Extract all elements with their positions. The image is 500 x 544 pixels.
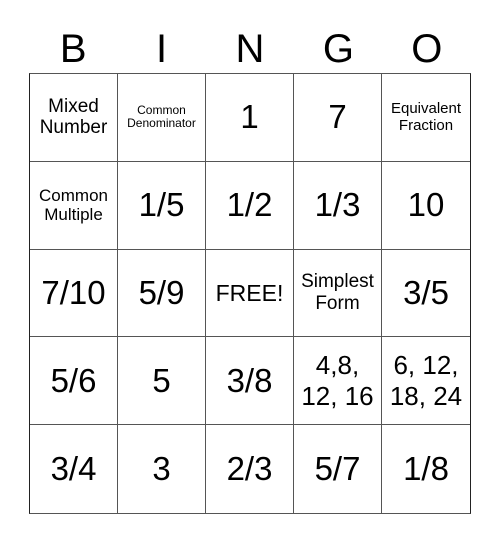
bingo-cell-r0-c2[interactable]: 1 — [206, 74, 294, 162]
bingo-cell-r3-c1[interactable]: 5 — [118, 337, 206, 426]
header-letter-g: G — [322, 27, 354, 71]
bingo-cell-r2-c4[interactable]: 3/5 — [382, 250, 470, 338]
cell-text: 3 — [152, 450, 171, 488]
cell-text: 1/2 — [226, 186, 273, 224]
bingo-cell-r0-c3[interactable]: 7 — [294, 74, 382, 162]
cell-text: 10 — [407, 186, 445, 224]
cell-text: 5/9 — [138, 274, 185, 312]
cell-text: FREE! — [215, 279, 284, 306]
bingo-cell-r3-c0[interactable]: 5/6 — [30, 337, 118, 426]
cell-text: 3/4 — [50, 450, 97, 488]
bingo-cell-r4-c1[interactable]: 3 — [118, 425, 206, 513]
cell-text: 4,8, 12, 16 — [301, 349, 374, 411]
bingo-card-grid: Mixed Number Common Denominator 1 7 Equi… — [29, 73, 471, 514]
bingo-cell-r3-c3[interactable]: 4,8, 12, 16 — [294, 337, 382, 426]
bingo-cell-r0-c4[interactable]: Equivalent Fraction — [382, 74, 470, 162]
bingo-cell-r4-c3[interactable]: 5/7 — [294, 425, 382, 513]
cell-text: 3/8 — [226, 361, 273, 399]
bingo-cell-r3-c2[interactable]: 3/8 — [206, 337, 294, 426]
cell-text: 2/3 — [226, 450, 273, 488]
bingo-cell-r1-c0[interactable]: Common Multiple — [30, 161, 118, 250]
cell-text: 1/5 — [138, 186, 185, 224]
cell-text: 5/6 — [50, 361, 97, 399]
bingo-cell-r4-c0[interactable]: 3/4 — [30, 425, 118, 513]
cell-text: 1/8 — [403, 450, 449, 488]
bingo-header: B I N G O — [29, 26, 471, 72]
header-letter-b: B — [59, 27, 87, 71]
cell-text: Common Denominator — [127, 102, 196, 131]
header-letter-n: N — [235, 27, 265, 71]
bingo-cell-r2-c3[interactable]: Simplest Form — [294, 249, 382, 338]
cell-text: Mixed Number — [39, 95, 108, 139]
bingo-cell-r2-c0[interactable]: 7/10 — [30, 249, 118, 338]
bingo-cell-r1-c2[interactable]: 1/2 — [206, 161, 294, 250]
cell-text: 5 — [152, 361, 171, 399]
cell-text: Common Multiple — [39, 185, 108, 225]
bingo-cell-r0-c1[interactable]: Common Denominator — [118, 74, 206, 162]
cell-text: 3/5 — [403, 274, 449, 312]
cell-text: 7/10 — [41, 274, 106, 312]
cell-text: Equivalent Fraction — [390, 100, 462, 135]
cell-text: 5/7 — [314, 450, 361, 488]
bingo-cell-r0-c0[interactable]: Mixed Number — [30, 74, 118, 162]
header-letter-i: I — [156, 27, 168, 71]
bingo-cell-r4-c4[interactable]: 1/8 — [382, 425, 470, 513]
cell-text: 1/3 — [314, 186, 361, 224]
bingo-cell-r4-c2[interactable]: 2/3 — [206, 425, 294, 513]
bingo-cell-r1-c1[interactable]: 1/5 — [118, 161, 206, 250]
bingo-cell-r3-c4[interactable]: 6, 12, 18, 24 — [382, 337, 470, 426]
header-letter-o: O — [411, 27, 443, 71]
cell-text: 1 — [240, 98, 259, 136]
cell-text: 6, 12, 18, 24 — [389, 349, 463, 411]
bingo-cell-r1-c4[interactable]: 10 — [382, 162, 470, 250]
cell-text: 7 — [328, 98, 347, 136]
cell-text: Simplest Form — [301, 271, 374, 314]
bingo-cell-r1-c3[interactable]: 1/3 — [294, 161, 382, 250]
bingo-cell-r2-c1[interactable]: 5/9 — [118, 249, 206, 338]
bingo-cell-free-space[interactable]: FREE! — [206, 249, 294, 338]
